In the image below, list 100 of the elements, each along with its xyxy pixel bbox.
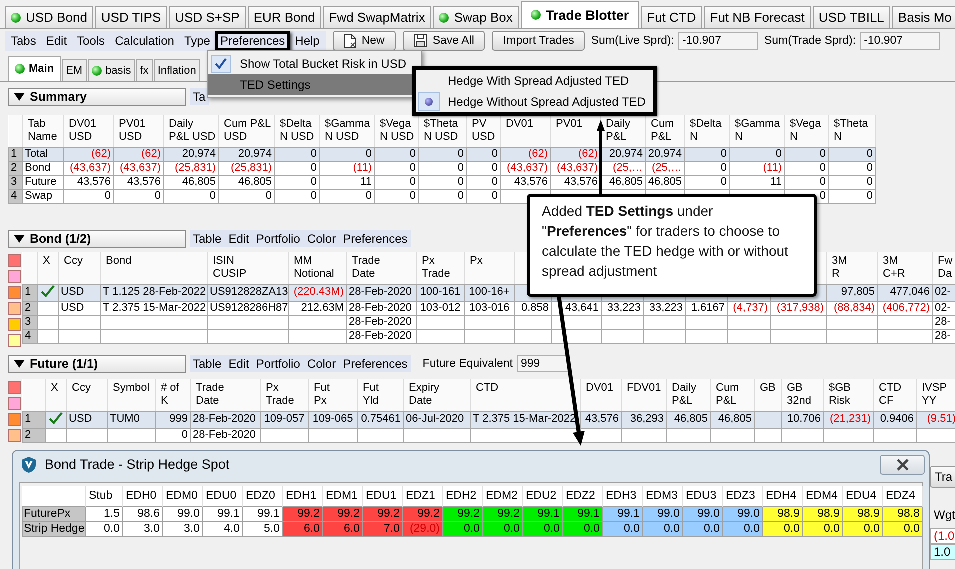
tab[interactable]: Fut NB Forecast <box>704 6 811 28</box>
column-header[interactable]: X <box>38 252 58 284</box>
column-header[interactable]: MM Notional <box>288 252 346 284</box>
new-button[interactable]: New <box>332 31 396 51</box>
column-header[interactable]: Fut Px <box>308 379 358 411</box>
color-swatch[interactable] <box>8 254 21 267</box>
column-header[interactable]: FDV01 <box>622 379 666 411</box>
tab[interactable]: USD TIPS <box>95 6 168 28</box>
tab[interactable]: Main <box>8 56 62 81</box>
close-button[interactable] <box>880 454 925 474</box>
tab[interactable]: Basis Mo <box>892 6 955 28</box>
color-swatch[interactable] <box>8 397 21 410</box>
menu-item[interactable]: Help <box>290 31 325 51</box>
color-swatch[interactable] <box>8 318 21 331</box>
menu-item[interactable]: Table <box>193 232 222 246</box>
column-header[interactable]: Trade Date <box>190 379 260 411</box>
tab[interactable]: basis <box>88 59 136 81</box>
column-header[interactable]: $Gamma N USD <box>320 115 374 147</box>
column-header[interactable]: 3M C+R <box>878 252 932 284</box>
tab[interactable]: USD Bond <box>5 6 94 28</box>
column-header[interactable]: Px Trade <box>416 252 464 284</box>
radio-button[interactable] <box>418 92 440 111</box>
column-header[interactable]: $Delta N USD <box>274 115 320 147</box>
column-header[interactable]: DV01 USD <box>64 115 114 147</box>
menu-item[interactable]: Preferences <box>343 356 408 370</box>
column-header[interactable]: Daily P&L USD <box>164 115 218 147</box>
column-header[interactable]: $Vega N USD <box>374 115 418 147</box>
color-swatch[interactable] <box>8 302 21 315</box>
tab[interactable]: Fut CTD <box>641 6 702 28</box>
column-header[interactable]: Tab Name <box>22 115 64 147</box>
menu-item[interactable]: Portfolio <box>256 232 300 246</box>
checkbox-cell[interactable] <box>46 411 66 428</box>
menu-item[interactable]: Tools <box>72 31 110 51</box>
column-header[interactable]: # of K <box>156 379 190 411</box>
column-header[interactable]: X <box>46 379 66 411</box>
button[interactable]: Tra <box>930 466 955 488</box>
value-field[interactable]: -10.907 <box>860 32 940 50</box>
column-header[interactable]: IVSP YY <box>916 379 955 411</box>
column-header[interactable]: CTD CF <box>874 379 916 411</box>
column-header[interactable]: Px <box>464 252 514 284</box>
column-header[interactable]: PV01 <box>550 115 600 147</box>
menu-item[interactable]: Color <box>307 232 336 246</box>
column-header[interactable]: CTD <box>470 379 580 411</box>
column-header[interactable]: Ccy <box>66 379 108 411</box>
menu-item[interactable]: Type <box>179 31 216 51</box>
column-header[interactable]: PV01 USD <box>114 115 164 147</box>
column-header[interactable]: Ccy <box>58 252 100 284</box>
tab[interactable]: Swap Box <box>433 6 519 28</box>
column-header[interactable]: Expiry Date <box>404 379 470 411</box>
menu-item[interactable]: Tabs <box>6 31 42 51</box>
color-swatch[interactable] <box>8 429 21 442</box>
menu-item[interactable]: Calculation <box>110 31 180 51</box>
column-header[interactable]: Fut Yld <box>358 379 404 411</box>
checkbox-cell[interactable] <box>38 284 58 301</box>
column-header[interactable]: 3M R <box>826 252 878 284</box>
column-header[interactable]: $Gamma N <box>730 115 784 147</box>
column-header[interactable]: Cum P&L <box>646 115 684 147</box>
menu-item[interactable]: Edit <box>228 232 250 246</box>
column-header[interactable]: PV USD <box>466 115 500 147</box>
column-header[interactable]: Px Trade <box>260 379 308 411</box>
color-swatch[interactable] <box>8 413 21 426</box>
column-header[interactable]: GB 32nd <box>782 379 824 411</box>
column-header[interactable]: Bond <box>100 252 208 284</box>
column-header[interactable]: Cum P&L <box>710 379 754 411</box>
import-button[interactable]: Import Trades <box>492 31 586 51</box>
column-header[interactable]: DV01 <box>500 115 550 147</box>
column-header[interactable]: Fw Da <box>932 252 955 284</box>
column-header[interactable]: $Delta N <box>684 115 730 147</box>
column-header[interactable]: ISIN CUSIP <box>208 252 288 284</box>
column-header[interactable]: Symbol <box>108 379 156 411</box>
tab[interactable]: Fwd SwapMatrix <box>323 6 432 28</box>
column-header[interactable]: Cum P&L USD <box>218 115 274 147</box>
column-header[interactable]: $Vega N <box>784 115 828 147</box>
menu-item[interactable]: Color <box>307 356 336 370</box>
section-header[interactable]: Summary <box>8 88 186 106</box>
tab[interactable]: USD S+SP <box>169 6 246 28</box>
value-field[interactable]: -10.907 <box>678 32 758 50</box>
tab[interactable]: USD TBILL <box>812 6 890 28</box>
value-field[interactable]: 999 <box>516 355 569 372</box>
menu-item[interactable]: Portfolio <box>256 356 300 370</box>
color-swatch[interactable] <box>8 381 21 394</box>
column-header[interactable]: DV01 <box>580 379 622 411</box>
column-header[interactable]: Daily P&L <box>600 115 646 147</box>
color-swatch[interactable] <box>8 286 21 299</box>
column-header[interactable]: GB <box>754 379 782 411</box>
menu-item[interactable]: Edit <box>41 31 72 51</box>
column-header[interactable]: Daily P&L <box>666 379 710 411</box>
column-header[interactable]: $GB Risk <box>824 379 874 411</box>
section-header[interactable]: Bond (1/2) <box>8 230 186 248</box>
menu-item[interactable]: Table <box>193 356 222 370</box>
menu-item[interactable]: Preferences <box>343 232 408 246</box>
color-swatch[interactable] <box>8 270 21 283</box>
tab[interactable]: Trade Blotter <box>520 1 640 28</box>
section-header[interactable]: Future (1/1) <box>8 354 186 372</box>
color-swatch[interactable] <box>8 334 21 347</box>
column-header[interactable]: $Theta N USD <box>418 115 466 147</box>
tab[interactable]: Inflation <box>154 59 200 81</box>
tab[interactable]: EM <box>62 59 87 81</box>
menu-item[interactable]: Edit <box>228 356 250 370</box>
column-header[interactable]: Trade Date <box>346 252 416 284</box>
